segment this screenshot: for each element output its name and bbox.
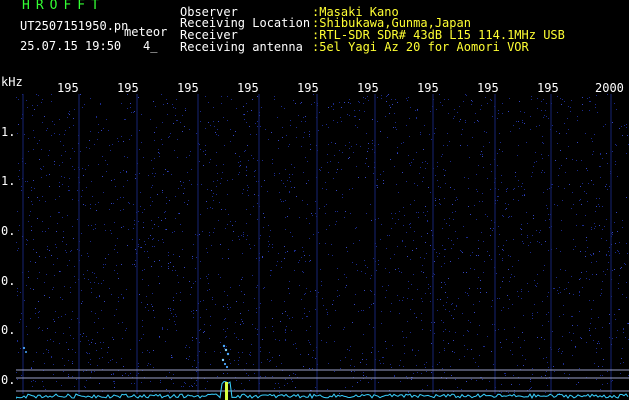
- x-tick: 195: [177, 81, 199, 95]
- waterfall-background: [16, 94, 629, 400]
- datetime: 25.07.15 19:50: [20, 39, 122, 53]
- waterfall-spectrogram: [16, 94, 629, 400]
- x-tick: 195: [477, 81, 499, 95]
- x-tick: 195: [117, 81, 139, 95]
- x-tick: 195: [297, 81, 319, 95]
- x-tick: 195: [237, 81, 259, 95]
- brand-logo: HROFFT: [22, 0, 105, 13]
- value-antenna: :5el Yagi Az 20 for Aomori VOR: [312, 40, 529, 54]
- x-tick: 195: [357, 81, 379, 95]
- x-tick: 195: [417, 81, 439, 95]
- filename: UT2507151950.pn: [20, 19, 129, 33]
- x-tick: 195: [57, 81, 79, 95]
- y-axis-unit: kHz: [1, 75, 23, 89]
- echo-count: 4_: [143, 39, 158, 53]
- mode-label: meteor: [124, 25, 168, 39]
- x-tick: 195: [537, 81, 559, 95]
- x-tick: 2000: [595, 81, 624, 95]
- label-antenna: Receiving antenna: [180, 40, 303, 54]
